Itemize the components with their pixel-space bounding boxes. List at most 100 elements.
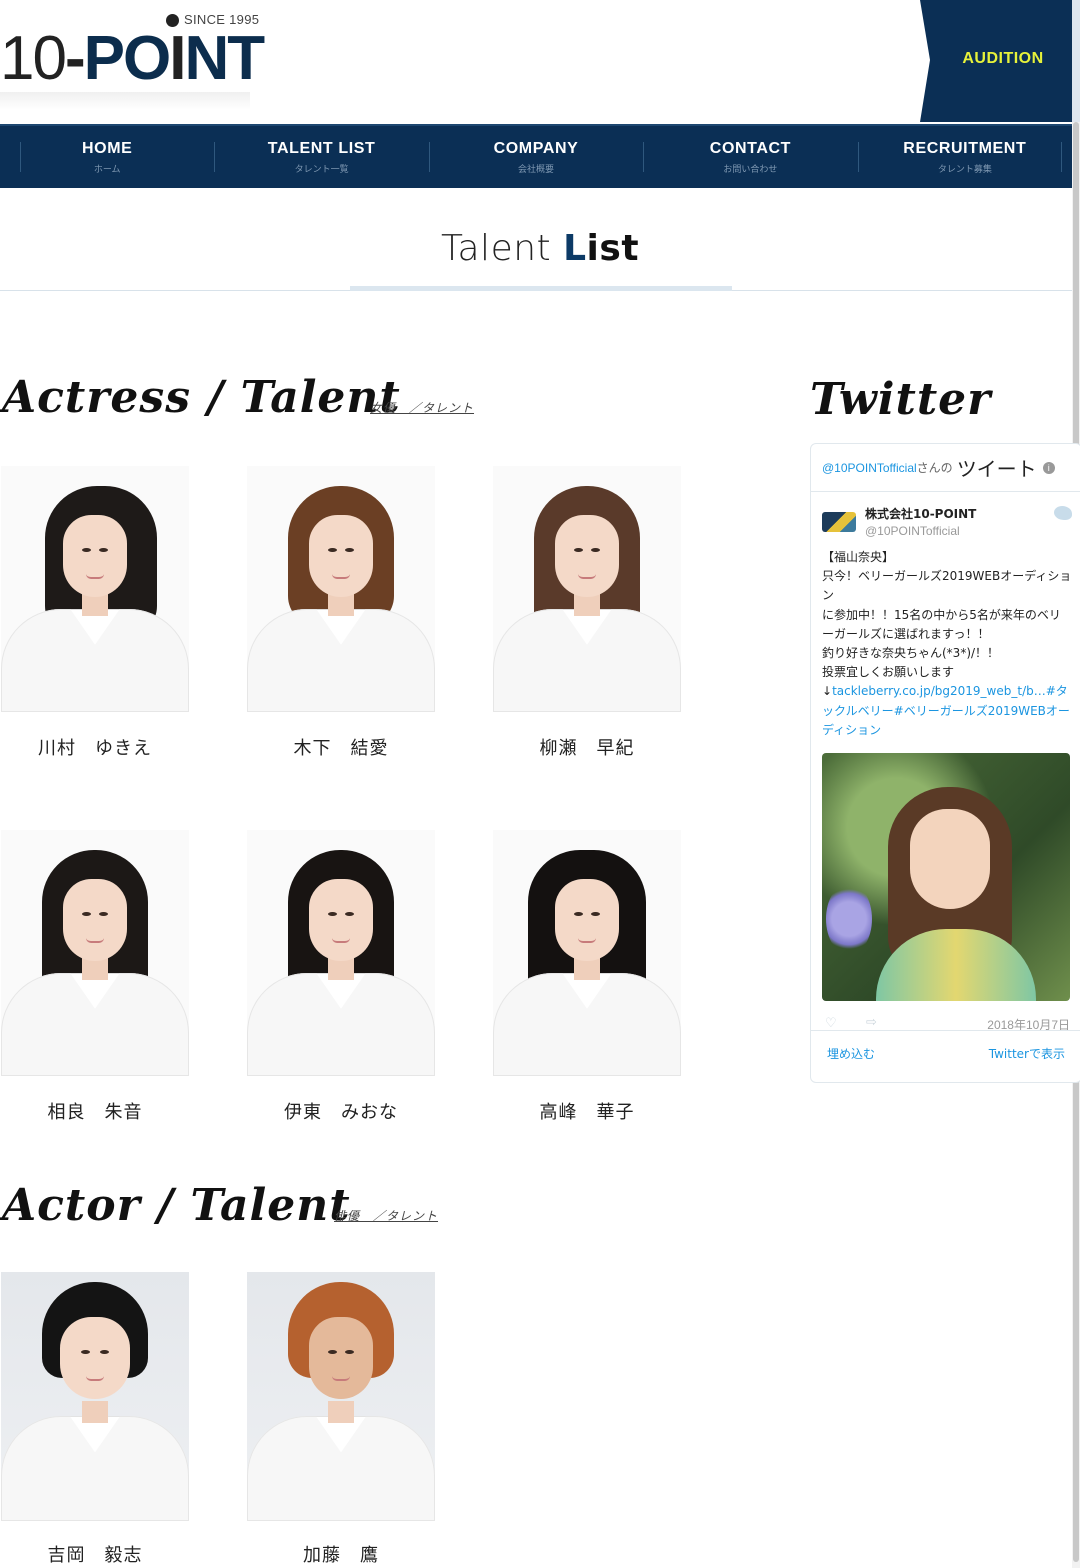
- talent-name[interactable]: 木下 結愛: [247, 734, 435, 760]
- tweet-photo-face: [910, 809, 990, 909]
- talent-card[interactable]: 相良 朱音: [1, 830, 189, 1124]
- photo-eye: [344, 911, 354, 916]
- nav-sublabel: ホーム: [93, 164, 121, 175]
- photo-eye: [328, 547, 338, 552]
- tweet-photo[interactable]: [822, 753, 1070, 1001]
- timeline-header: @10POINTofficial さんの ツイート i: [811, 444, 1080, 492]
- page-title-strong-rest: ist: [586, 228, 640, 269]
- talent-name[interactable]: 伊東 みおな: [247, 1098, 435, 1124]
- photo-eye: [574, 911, 584, 916]
- photo-eye: [82, 911, 92, 916]
- nav-sublabel: お問い合わせ: [723, 164, 778, 175]
- logo-reflection: [0, 92, 250, 110]
- talent-card[interactable]: 加藤 鷹: [247, 1272, 435, 1567]
- photo-shirt: [1, 608, 189, 712]
- photo-face: [60, 1316, 130, 1399]
- talent-photo[interactable]: [493, 830, 681, 1076]
- talent-photo[interactable]: [247, 830, 435, 1076]
- photo-neck: [82, 593, 108, 616]
- audition-stripe: [1072, 0, 1080, 122]
- photo-face: [555, 879, 619, 962]
- tweet-photo-flower: [826, 883, 872, 955]
- nav-item-contact[interactable]: CONTACT お問い合わせ: [643, 126, 857, 188]
- timeline-san: さんの: [916, 461, 953, 475]
- tweet-line: 只今！ベリーガールズ2019WEBオーディション: [822, 569, 1072, 603]
- talent-card[interactable]: 吉岡 毅志: [1, 1272, 189, 1567]
- photo-eye: [590, 547, 600, 552]
- photo-face: [63, 879, 127, 962]
- actress-section-title: Actress / Talent: [2, 372, 401, 423]
- talent-name[interactable]: 加藤 鷹: [247, 1541, 435, 1567]
- nav-label: CONTACT: [709, 139, 792, 157]
- photo-eye: [590, 911, 600, 916]
- nav-item-recruitment[interactable]: RECRUITMENT タレント募集: [857, 126, 1072, 188]
- talent-photo[interactable]: [1, 830, 189, 1076]
- actor-section-sub: 俳優 ／タレント: [334, 1209, 439, 1223]
- photo-face: [309, 515, 373, 598]
- tweet-line: 【福山奈央】: [822, 550, 895, 564]
- talent-name[interactable]: 川村 ゆきえ: [1, 734, 189, 760]
- logo-word-b: NT: [184, 24, 265, 93]
- talent-card[interactable]: 伊東 みおな: [247, 830, 435, 1124]
- tweet-author-handle[interactable]: @10POINTofficial: [865, 524, 960, 538]
- timeline-handle-link[interactable]: @10POINTofficial: [822, 461, 917, 475]
- tweet-author[interactable]: 株式会社10-POINT @10POINTofficial: [822, 504, 1072, 544]
- talent-photo[interactable]: [247, 1272, 435, 1521]
- nav-item-company[interactable]: COMPANY 会社概要: [428, 126, 643, 188]
- logo-word-a: PO: [83, 24, 172, 93]
- actress-section-sub: 女優 ／タレント: [370, 401, 475, 415]
- photo-shirt: [247, 972, 435, 1076]
- talent-card[interactable]: 川村 ゆきえ: [1, 466, 189, 760]
- logo-number: 10: [0, 24, 67, 93]
- photo-eye: [328, 911, 338, 916]
- photo-mouth: [332, 574, 350, 580]
- logo-wordmark: 10-POINT: [0, 24, 265, 94]
- tweet-link[interactable]: tackleberry.co.jp/bg2019_web_t/b…#タックルベリ…: [822, 684, 1070, 736]
- talent-card[interactable]: 高峰 華子: [493, 830, 681, 1124]
- photo-shirt: [493, 972, 681, 1076]
- photo-mouth: [86, 938, 104, 944]
- photo-mouth: [578, 938, 596, 944]
- embed-link[interactable]: 埋め込む: [827, 1045, 875, 1062]
- photo-neck: [82, 957, 108, 980]
- talent-name[interactable]: 柳瀬 早紀: [493, 734, 681, 760]
- talent-photo[interactable]: [493, 466, 681, 712]
- title-underline: [350, 286, 732, 291]
- talent-name[interactable]: 相良 朱音: [1, 1098, 189, 1124]
- logo-word: POINT: [83, 24, 265, 93]
- site-logo[interactable]: SINCE 1995 10-POINT: [0, 12, 265, 112]
- photo-neck: [328, 957, 354, 980]
- nav-sublabel: タレント一覧: [294, 164, 349, 175]
- actor-section-title: Actor / Talent: [2, 1180, 351, 1231]
- tweet-author-name[interactable]: 株式会社10-POINT: [865, 505, 976, 522]
- photo-eye: [328, 1349, 338, 1354]
- photo-eye: [81, 1349, 90, 1354]
- talent-photo[interactable]: [247, 466, 435, 712]
- talent-name[interactable]: 吉岡 毅志: [1, 1541, 189, 1567]
- talent-photo[interactable]: [1, 1272, 189, 1521]
- talent-photo[interactable]: [1, 466, 189, 712]
- photo-shirt: [1, 1416, 189, 1521]
- info-icon[interactable]: i: [1042, 461, 1055, 474]
- nav-item-home[interactable]: HOME ホーム: [0, 126, 214, 188]
- photo-shirt: [247, 608, 435, 712]
- nav-label: RECRUITMENT: [903, 139, 1027, 157]
- photo-face: [555, 515, 619, 598]
- photo-mouth: [578, 574, 596, 580]
- tweet-line: 投票宜しくお願いします: [822, 665, 955, 680]
- share-icon[interactable]: ⇨: [866, 1015, 877, 1030]
- talent-name[interactable]: 高峰 華子: [493, 1098, 681, 1124]
- avatar[interactable]: [822, 512, 856, 532]
- audition-button[interactable]: AUDITION: [920, 0, 1072, 122]
- tweet-line: に参加中！！15名の中から5名が来年のベリーガールズに選ばれますっ！！: [822, 607, 1061, 641]
- photo-face: [309, 879, 373, 962]
- talent-card[interactable]: 木下 結愛: [247, 466, 435, 760]
- view-on-twitter-link[interactable]: Twitterで表示: [989, 1045, 1065, 1062]
- talent-card[interactable]: 柳瀬 早紀: [493, 466, 681, 760]
- bird-icon[interactable]: [1054, 506, 1072, 520]
- photo-eye: [574, 547, 584, 552]
- photo-eye: [82, 547, 92, 552]
- heart-icon[interactable]: ♡: [825, 1016, 837, 1031]
- nav-label: COMPANY: [493, 139, 579, 157]
- nav-item-talent-list[interactable]: TALENT LIST タレント一覧: [214, 126, 428, 188]
